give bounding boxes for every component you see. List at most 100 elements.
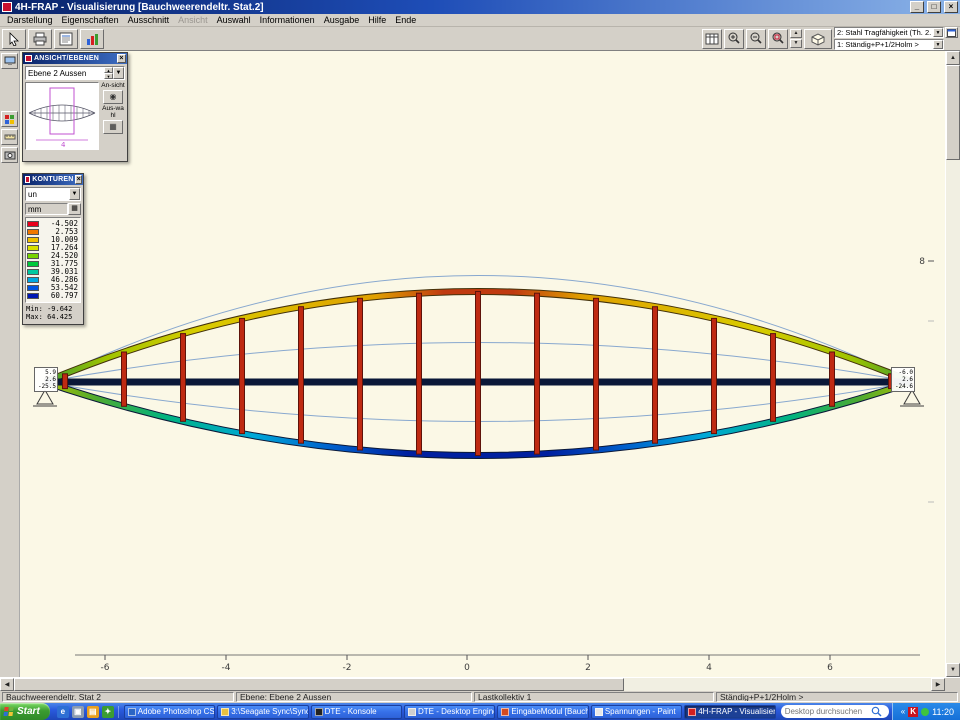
pointer-tool-button[interactable] (2, 29, 26, 49)
structure-preview[interactable]: 4 (25, 82, 99, 150)
close-icon[interactable]: × (75, 175, 82, 184)
load-case-combo-value: 2: Stahl Tragfähigkeit (Th. 2. O (835, 28, 933, 37)
print-button[interactable] (28, 29, 52, 49)
folder-icon[interactable]: ▤ (87, 706, 99, 718)
structure-visualization: -6 -4 -2 0 2 4 6 8 (20, 51, 945, 677)
tray-status-icon[interactable] (921, 708, 929, 716)
task-icon (501, 708, 509, 716)
chevron-down-icon[interactable]: ▼ (69, 188, 80, 200)
horizontal-scroll-thumb[interactable] (14, 678, 624, 691)
window-icon (947, 29, 956, 37)
scroll-left-button[interactable]: ◀ (0, 678, 14, 691)
menu-darstellung[interactable]: Darstellung (3, 15, 57, 25)
left-value-1: 5.9 (36, 369, 56, 376)
horizontal-scroll-track[interactable] (624, 678, 931, 691)
auswahl-button[interactable]: ▦ (103, 120, 123, 134)
task-eingabemodul[interactable]: EingabeModul [Bauchwe... (497, 705, 588, 719)
display-settings-button[interactable] (1, 53, 18, 69)
quantity-combo[interactable]: un ▼ (25, 187, 81, 201)
task-label: DTE - Konsole (325, 707, 377, 716)
horizontal-scrollbar[interactable]: ◀ ▶ (0, 677, 960, 691)
menu-ansicht[interactable]: Ansicht (174, 15, 212, 25)
spin-up-button[interactable]: ▲ (790, 29, 802, 38)
window-title: 4H-FRAP - Visualisierung [Bauchweerendel… (15, 1, 907, 14)
menu-eigenschaften[interactable]: Eigenschaften (58, 15, 123, 25)
app-icon (2, 2, 12, 12)
menu-hilfe[interactable]: Hilfe (364, 15, 390, 25)
menu-ausgabe[interactable]: Ausgabe (320, 15, 364, 25)
start-button[interactable]: Start (0, 703, 50, 720)
unit-row: mm ▦ (25, 203, 81, 215)
vertical-scroll-thumb[interactable] (946, 65, 960, 160)
vertical-posts (63, 292, 894, 456)
spin-down-button[interactable]: ▼ (790, 39, 802, 48)
task-dte-konsole[interactable]: DTE - Konsole (311, 705, 402, 719)
contour-legend: -4.502 2.753 10.009 17.264 24.520 31.775… (25, 217, 81, 303)
scroll-down-button[interactable]: ▼ (946, 663, 960, 677)
load-combo[interactable]: 1: Ständig+P+1/2Holm > ▼ (834, 39, 944, 50)
menu-informationen[interactable]: Informationen (256, 15, 319, 25)
vertical-scroll-track[interactable] (946, 160, 960, 663)
zoom-out-button[interactable] (746, 29, 766, 49)
start-button-label: Start (17, 706, 40, 717)
window-list-button[interactable] (945, 27, 958, 38)
chevron-down-icon[interactable]: ▼ (113, 67, 124, 79)
level-preview-row: 4 An-sicht ◉ Aus-wahl ▦ (23, 82, 127, 152)
vertical-scrollbar[interactable]: ▲ ▼ (945, 51, 960, 677)
spin-down-icon[interactable]: ▼ (104, 73, 113, 79)
x-axis-label: -6 (101, 663, 110, 673)
task-4hfrap[interactable]: 4H-FRAP - Visualisier... (684, 705, 775, 719)
chart-button[interactable] (80, 29, 104, 49)
chevron-down-icon[interactable]: ▼ (933, 28, 943, 37)
3d-view-button[interactable] (804, 29, 832, 49)
colors-button[interactable] (1, 111, 18, 127)
tray-app-icon[interactable]: K (908, 707, 918, 717)
task-icon (128, 708, 136, 716)
ansicht-button-label: An-sicht (101, 82, 124, 89)
snapshot-button[interactable] (1, 147, 18, 163)
app-shortcut-icon[interactable]: ✦ (102, 706, 114, 718)
menu-ende[interactable]: Ende (391, 15, 420, 25)
desktop-search[interactable] (781, 705, 889, 718)
close-button[interactable]: × (944, 1, 958, 13)
scroll-up-button[interactable]: ▲ (946, 51, 960, 65)
legend-swatch (27, 261, 39, 267)
ansicht-button[interactable]: ◉ (103, 90, 123, 104)
zoom-in-button[interactable] (724, 29, 744, 49)
zoom-in-icon (727, 32, 741, 45)
konturen-panel-titlebar[interactable]: KONTUREN × (23, 174, 83, 185)
task-icon (221, 708, 229, 716)
report-button[interactable] (54, 29, 78, 49)
konturen-panel: KONTUREN × un ▼ mm ▦ -4.502 2.753 10.0 (22, 173, 84, 325)
level-spinner[interactable]: ▲▼ (104, 67, 113, 79)
chevron-down-icon[interactable]: ▼ (933, 40, 943, 49)
ansicht-panel-titlebar[interactable]: ANSICHT/EBENEN × (23, 53, 127, 64)
show-desktop-icon[interactable]: ▣ (72, 706, 84, 718)
scroll-right-button[interactable]: ▶ (931, 678, 945, 691)
close-icon[interactable]: × (117, 54, 126, 63)
structure-preview-drawing: 4 (26, 83, 98, 149)
menu-ausschnitt[interactable]: Ausschnitt (124, 15, 174, 25)
minimize-button[interactable]: _ (910, 1, 924, 13)
browser-icon[interactable]: e (57, 706, 69, 718)
drawing-canvas[interactable]: -6 -4 -2 0 2 4 6 8 (20, 51, 945, 677)
search-input[interactable] (785, 707, 869, 716)
tray-expand-icon[interactable]: « (901, 707, 905, 717)
left-support-values: 5.9 2.6 -25.5 (34, 367, 58, 392)
menu-auswahl[interactable]: Auswahl (213, 15, 255, 25)
table-view-button[interactable] (702, 29, 722, 49)
legend-swatch (27, 293, 39, 299)
level-combo[interactable]: Ebene 2 Aussen ▲▼ ▼ (25, 66, 125, 80)
maximize-button[interactable]: □ (927, 1, 941, 13)
legend-settings-button[interactable]: ▦ (68, 203, 81, 215)
task-paint[interactable]: Spannungen - Paint (591, 705, 682, 719)
zoom-window-button[interactable] (768, 29, 788, 49)
task-photoshop[interactable]: Adobe Photoshop CS3 E... (124, 705, 215, 719)
right-value-1: -6.0 (893, 369, 913, 376)
taskbar-clock: 11:20 (932, 707, 954, 717)
x-axis-label: 6 (827, 663, 833, 673)
task-dte-desktop[interactable]: DTE - Desktop Engineeri... (404, 705, 495, 719)
load-case-combo[interactable]: 2: Stahl Tragfähigkeit (Th. 2. O ▼ (834, 27, 944, 38)
task-seagate-sync[interactable]: 3:\Seagate Sync\SyncRe... (217, 705, 308, 719)
measure-button[interactable] (1, 129, 18, 145)
